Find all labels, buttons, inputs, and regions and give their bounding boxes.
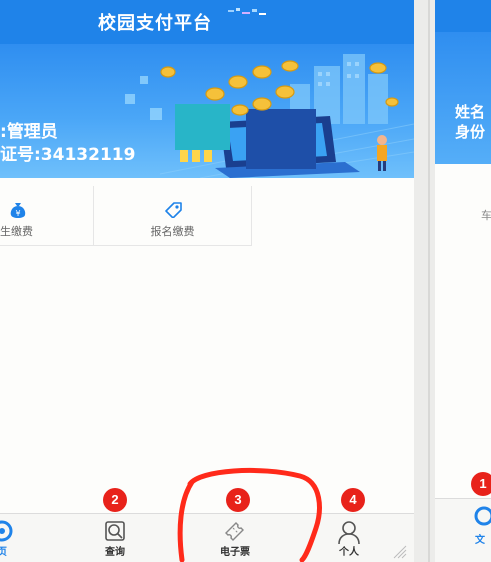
user-id-text: 证号:34132119: [0, 145, 136, 165]
quick-action-registration-fee[interactable]: 报名缴费: [94, 186, 252, 246]
divider-line: [428, 0, 430, 562]
tab-label: 电子票: [220, 547, 250, 558]
search-doc-icon: [105, 521, 125, 541]
second-tab-bar: [435, 498, 491, 562]
step-badge-1: 1: [471, 472, 491, 496]
svg-text:¥: ¥: [15, 209, 20, 218]
tab-query[interactable]: 查询: [88, 514, 142, 562]
quick-actions: ¥ 生缴费 报名缴费: [0, 178, 414, 246]
quick-action-student-fee[interactable]: ¥ 生缴费: [0, 186, 94, 246]
tab-home[interactable]: 页: [0, 514, 24, 562]
home-icon: [474, 506, 491, 526]
home-icon: [0, 520, 13, 542]
step-badge-4: 4: [341, 488, 365, 512]
app-screen: 校园支付平台:管理员 证号:34132119 ¥ 生缴费 报名缴费 页 查询 …: [0, 0, 414, 562]
second-screen: 姓名 身份 车 文 1: [435, 0, 491, 562]
user-role-text: :管理员: [0, 122, 58, 142]
ticket-icon: [225, 522, 244, 541]
step-badge-3: 3: [226, 488, 250, 512]
resize-grip-icon: [393, 545, 407, 559]
hero-banner: :管理员 证号:34132119: [0, 44, 414, 178]
second-header: [435, 0, 491, 32]
quick-action-label: 生缴费: [0, 225, 33, 238]
second-banner: [435, 32, 491, 164]
quick-action-label: 报名缴费: [150, 225, 195, 238]
bottom-tab-bar: 页 查询 电子票 个人: [0, 513, 414, 562]
user-icon: [338, 521, 360, 545]
tab-label: 查询: [105, 547, 125, 558]
step-badge-2: 2: [103, 488, 127, 512]
glitch-mark-icon: [228, 8, 266, 15]
panel-divider: [414, 0, 435, 562]
second-name-text: 姓名: [455, 103, 486, 121]
money-bag-icon: ¥: [10, 203, 26, 218]
second-tab-label[interactable]: 文: [475, 531, 485, 546]
second-quick-label: 车: [481, 209, 491, 222]
tab-e-ticket[interactable]: 电子票: [205, 514, 265, 562]
tab-label: 页: [0, 547, 7, 558]
app-header: 校园支付平台: [0, 0, 414, 44]
second-id-text: 身份: [455, 123, 486, 141]
page-title: 校园支付平台: [98, 13, 212, 34]
tab-label: 个人: [339, 547, 359, 558]
tag-icon: [165, 202, 182, 218]
tab-profile[interactable]: 个人: [322, 514, 376, 562]
